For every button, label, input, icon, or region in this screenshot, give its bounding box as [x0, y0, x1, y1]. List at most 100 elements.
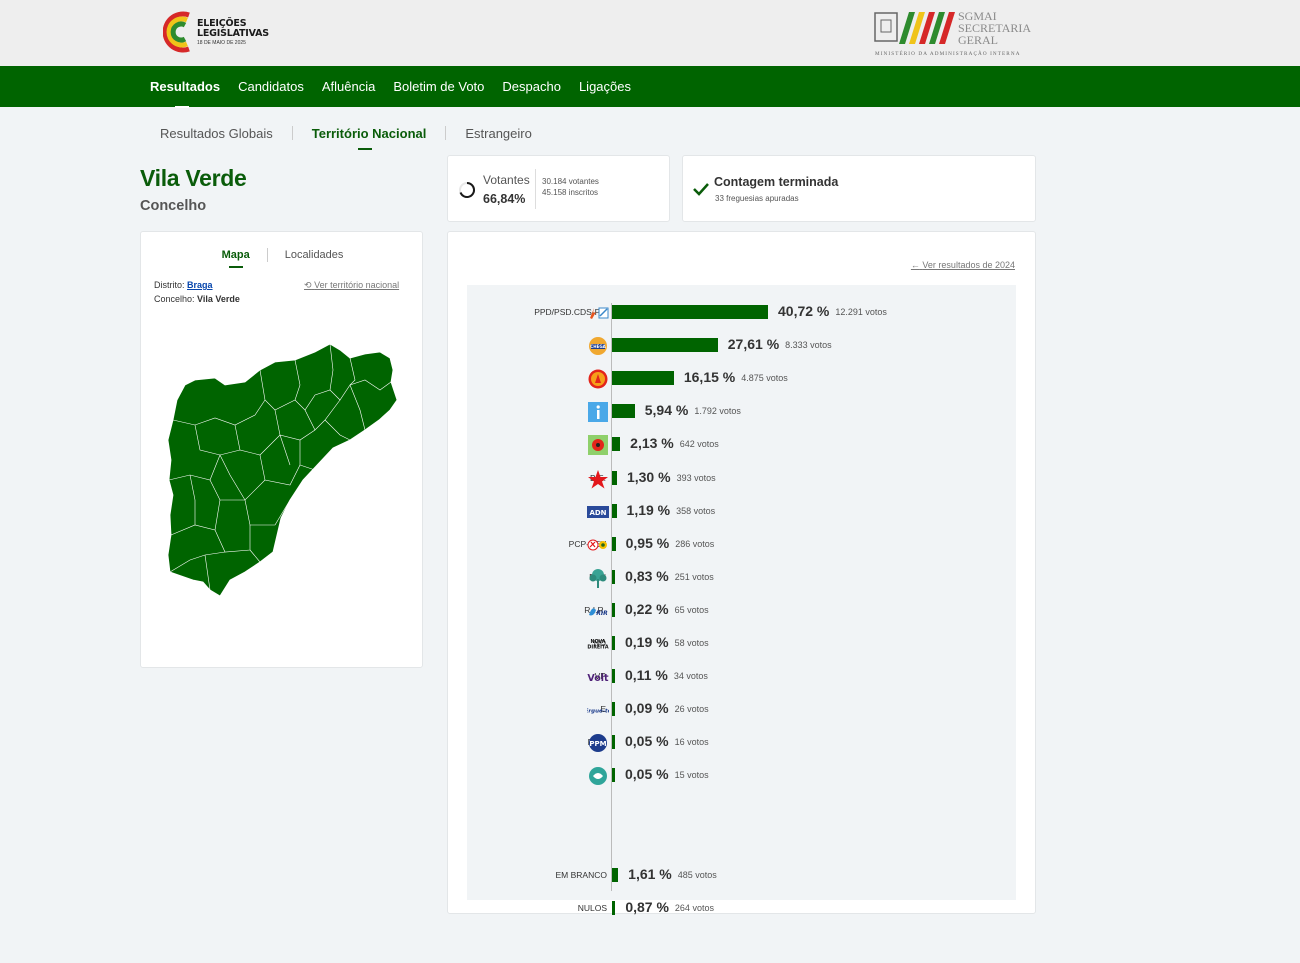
pct-label: 0,83 %: [625, 567, 669, 584]
concelho-info: Concelho: Vila Verde: [154, 294, 240, 304]
chart-row: ADNADN1,19 %358 votos: [467, 502, 1016, 522]
chega-logo: CHEGA: [587, 336, 609, 356]
chart-bar: [612, 371, 674, 386]
chart-row: PAN0,83 %251 votos: [467, 568, 1016, 588]
sgmai-subtitle: MINISTÉRIO DA ADMINISTRAÇÃO INTERNA: [875, 51, 1021, 57]
tab-estrangeiro[interactable]: Estrangeiro: [465, 126, 531, 141]
nav-boletim-de-voto[interactable]: Boletim de Voto: [393, 79, 484, 94]
ver-resultados-2024-link[interactable]: ← Ver resultados de 2024: [911, 260, 1015, 270]
votes-label: 4.875 votos: [741, 373, 788, 384]
votes-label: 34 votos: [673, 671, 708, 682]
pct-label: 1,19 %: [626, 501, 671, 518]
ad-logo: [587, 303, 609, 323]
sub-tabs: Resultados Globais Território Nacional E…: [160, 124, 532, 150]
nav-ligacoes[interactable]: Ligações: [579, 79, 631, 94]
svg-text:NOVA: NOVA: [590, 639, 605, 645]
pct-label: 0,19 %: [625, 634, 669, 650]
svg-text:DIREITA: DIREITA: [587, 645, 608, 651]
contagem-sub: 33 freguesias apuradas: [715, 194, 799, 203]
chart-row: L2,13 %642 votos: [467, 435, 1016, 456]
chart-row: CHCHEGA27,61 %8.333 votos: [467, 336, 1016, 356]
chart-row: PPMPPM0,05 %16 votos: [467, 733, 1016, 753]
map-card: Mapa Localidades Distrito: Braga Concelh…: [140, 231, 423, 668]
arrow-left-icon: ←: [910, 260, 920, 270]
votantes-pct: 66,84%: [483, 192, 526, 206]
votes-label: 12.291 votos: [835, 307, 887, 317]
adn-logo: ADN: [587, 502, 609, 522]
chart-row: ND NOVA DIREITA 0,19 % 58 votos: [467, 634, 1016, 654]
chart-bar: [612, 569, 616, 584]
sgmai-line3: GERAL: [958, 33, 998, 47]
chart-row: IL5,94 %1.792 votos: [467, 402, 1016, 423]
chart-row: B.E.1,30 %393 votos: [467, 469, 1016, 489]
chart-row: PS16,15 %4.875 votos: [467, 369, 1016, 389]
nav-candidatos[interactable]: Candidatos: [238, 79, 304, 94]
ver-2024-label: Ver resultados de 2024: [922, 260, 1015, 270]
nav-afluencia[interactable]: Afluência: [322, 79, 375, 94]
pct-label: 1,61 %: [628, 865, 672, 882]
contagem-card: Contagem terminada 33 freguesias apurada…: [682, 155, 1036, 222]
votes-label: 393 votos: [676, 472, 716, 483]
pct-label: 0,95 %: [625, 534, 670, 551]
nd-logo: NOVA DIREITA: [587, 634, 609, 654]
votes-label: 251 votos: [674, 571, 714, 582]
results-chart: PPD/PSD.CDS-PP40,72 %12.291 votos CHCHEGA…: [467, 285, 1016, 915]
votes-label: 58 votos: [674, 638, 709, 648]
page-subtitle: Concelho: [140, 198, 207, 214]
il-logo: [587, 402, 609, 423]
pct-label: 0,22 %: [625, 600, 669, 617]
chart-bar: [612, 702, 615, 717]
logo-line1: ELEIÇÕES: [197, 17, 247, 29]
tab-divider: [266, 248, 268, 262]
chart-row: PPD/PSD.CDS-PP 40,72 % 12.291 votos: [467, 303, 1016, 323]
page-title: Vila Verde: [140, 165, 247, 191]
votes-label: 16 votos: [674, 737, 709, 748]
check-icon: [693, 183, 709, 196]
chart-bar: [612, 867, 619, 882]
logo-line2: LEGISLATIVAS: [197, 27, 269, 39]
svg-text:CHEGA: CHEGA: [590, 344, 606, 349]
tab-territorio-nacional[interactable]: Território Nacional: [312, 126, 426, 150]
tab-resultados-globais[interactable]: Resultados Globais: [160, 126, 273, 141]
volt-logo: Volt: [587, 667, 609, 687]
votes-label: 15 votos: [674, 770, 709, 781]
chart-row: PCP-PEV 0,95 % 286 votos: [467, 535, 1016, 555]
ps-logo: [587, 369, 609, 389]
votes-label: 8.333 votos: [785, 340, 832, 351]
chart-bar: [612, 338, 718, 353]
chart-bar: [612, 536, 616, 551]
top-header: ELEIÇÕES LEGISLATIVAS 18 DE MAIO DE 2025…: [0, 0, 1300, 66]
back-arrow-icon: ⟲: [304, 280, 312, 290]
chart-row: EM BRANCO 1,61 % 485 votos: [467, 866, 1016, 886]
nav-despacho[interactable]: Despacho: [502, 79, 561, 94]
votantes-card: Votantes 66,84% 30.184 votantes 45.158 i…: [447, 155, 670, 222]
party-name-label: NULOS: [577, 902, 607, 913]
svg-text:RIR: RIR: [596, 610, 608, 617]
nav-resultados[interactable]: Resultados: [150, 79, 220, 108]
votantes-label: Votantes: [483, 173, 530, 187]
pct-label: 1,30 %: [626, 468, 671, 485]
eleicoes-legislativas-logo[interactable]: ELEIÇÕES LEGISLATIVAS 18 DE MAIO DE 2025: [162, 8, 269, 56]
ver-territorio-nacional-link[interactable]: ⟲ Ver território nacional: [304, 280, 399, 291]
votantes-count: 30.184 votantes: [542, 177, 599, 186]
svg-text:PPM: PPM: [589, 740, 606, 748]
concelho-map[interactable]: [165, 340, 405, 600]
chart-bar: [612, 404, 635, 419]
livre-logo: [587, 435, 609, 456]
tab-mapa[interactable]: Mapa: [222, 249, 250, 268]
pct-label: 0,05 %: [625, 766, 669, 783]
contagem-title: Contagem terminada: [714, 175, 839, 189]
party-name-label: EM BRANCO: [555, 869, 607, 880]
tab-localidades[interactable]: Localidades: [285, 249, 344, 261]
distrito-label: Distrito:: [154, 280, 185, 290]
distrito-link[interactable]: Braga: [187, 280, 213, 290]
votes-label: 264 votos: [674, 902, 714, 913]
ver-territorio-label: Ver território nacional: [314, 280, 400, 290]
chart-bar: [612, 602, 615, 617]
votes-label: 65 votos: [674, 604, 709, 615]
concelho-value: Vila Verde: [197, 294, 240, 304]
sgmai-logo[interactable]: SGMAI SECRETARIA GERAL MINISTÉRIO DA ADM…: [873, 10, 1038, 60]
chart-bar: [612, 636, 615, 650]
pct-label: 0,11 %: [625, 667, 668, 684]
chart-bar: [612, 669, 615, 684]
